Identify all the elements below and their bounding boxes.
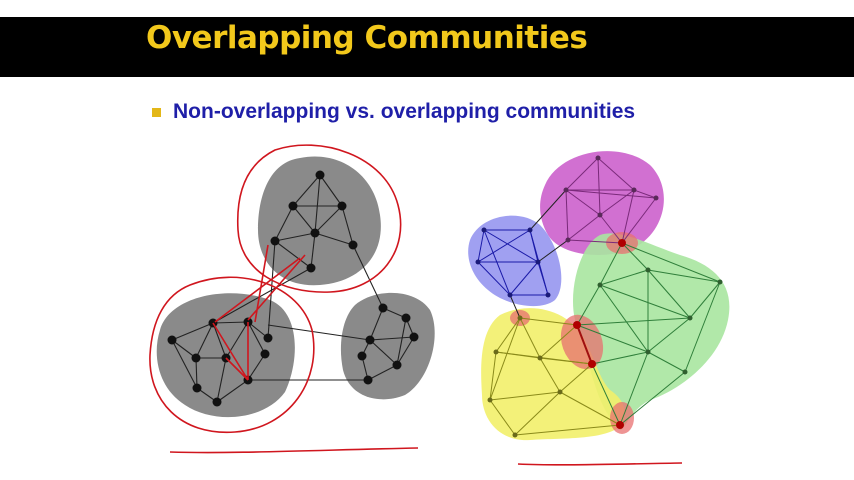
- community-blob-right: [340, 292, 435, 400]
- non-overlapping-graph: [149, 144, 435, 454]
- annotation-underline-left: [169, 447, 419, 454]
- overlapping-graph: [468, 151, 730, 466]
- annotation-underline-right: [517, 462, 683, 466]
- figure-canvas: [149, 144, 730, 466]
